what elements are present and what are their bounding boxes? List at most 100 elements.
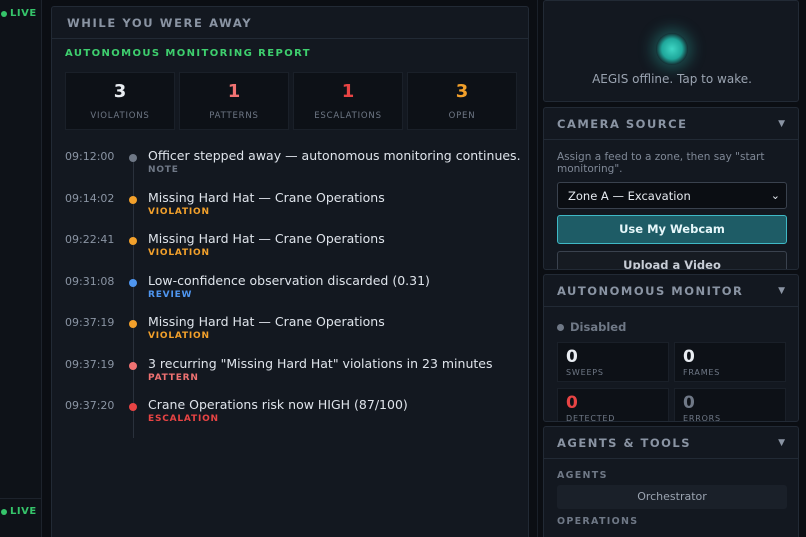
live-dot-icon xyxy=(1,508,7,515)
left-divider xyxy=(0,498,42,499)
event-title: Low-confidence observation discarded (0.… xyxy=(148,272,430,288)
aegis-status-text: AEGIS offline. Tap to wake. xyxy=(592,72,752,86)
live-dot-icon xyxy=(1,10,7,17)
timeline-event: 09:22:41 Missing Hard Hat — Crane Operat… xyxy=(65,231,525,273)
metric-detected: 0 DETECTED xyxy=(557,388,669,422)
event-title: Crane Operations risk now HIGH (87/100) xyxy=(148,397,408,412)
event-dot-icon xyxy=(129,237,137,245)
zone-select-value: Zone A — Excavation xyxy=(568,188,691,203)
operations-label: OPERATIONS xyxy=(557,516,639,527)
event-time: 09:22:41 xyxy=(65,233,115,246)
metric-label: ERRORS xyxy=(683,414,721,422)
left-sidebar xyxy=(0,0,42,537)
autonomous-monitor-title: AUTONOMOUS MONITOR xyxy=(557,283,744,298)
event-dot-icon xyxy=(129,278,137,287)
event-tag: NOTE xyxy=(148,165,179,175)
live-label: LIVE xyxy=(10,8,37,19)
use-webcam-button[interactable]: Use My Webcam xyxy=(557,215,787,244)
event-tag: ESCALATION xyxy=(148,414,219,424)
metric-sweeps: 0 SWEEPS xyxy=(557,342,669,382)
event-time: 09:37:19 xyxy=(65,357,115,371)
while-away-panel: WHILE YOU WERE AWAY AUTONOMOUS MONITORIN… xyxy=(51,6,529,537)
metric-label: DETECTED xyxy=(566,414,616,422)
status-dot-icon xyxy=(557,323,564,331)
agents-tools-panel: AGENTS & TOOLS ▼ AGENTS Orchestrator OPE… xyxy=(543,426,799,537)
metric-frames: 0 FRAMES xyxy=(674,342,786,382)
camera-description: Assign a feed to a zone, then say "start… xyxy=(557,151,765,175)
event-tag: REVIEW xyxy=(148,289,193,300)
report-title: AUTONOMOUS MONITORING REPORT xyxy=(65,48,311,59)
stat-violations: 3 VIOLATIONS xyxy=(65,72,175,130)
event-time: 09:12:00 xyxy=(65,150,115,163)
metric-value: 0 xyxy=(566,347,578,367)
event-dot-icon xyxy=(129,154,137,162)
aegis-orb-icon[interactable] xyxy=(656,33,688,65)
event-dot-icon xyxy=(129,403,137,411)
metric-errors: 0 ERRORS xyxy=(674,388,786,422)
chevron-down-icon: ⌄ xyxy=(770,189,780,202)
stat-patterns: 1 PATTERNS xyxy=(179,72,289,130)
chevron-down-icon[interactable]: ▼ xyxy=(778,286,785,296)
agents-tools-header[interactable]: AGENTS & TOOLS ▼ xyxy=(544,427,798,459)
autonomous-monitor-panel: AUTONOMOUS MONITOR ▼ Disabled 0 SWEEPS 0… xyxy=(543,274,799,422)
upload-video-button[interactable]: Upload a Video xyxy=(557,251,787,269)
column-divider xyxy=(537,0,538,537)
timeline-event: 09:31:08 Low-confidence observation disc… xyxy=(65,273,525,315)
agents-label: AGENTS xyxy=(557,470,608,481)
event-tag: VIOLATION xyxy=(148,206,210,217)
stat-value: 1 xyxy=(341,81,355,102)
stat-value: 3 xyxy=(113,81,127,102)
event-tag: PATTERN xyxy=(148,372,199,383)
chevron-down-icon[interactable]: ▼ xyxy=(778,119,785,129)
metric-label: FRAMES xyxy=(683,368,721,377)
autonomous-monitor-header[interactable]: AUTONOMOUS MONITOR ▼ xyxy=(544,275,798,307)
chevron-down-icon[interactable]: ▼ xyxy=(778,438,785,448)
aegis-wake-panel[interactable]: AEGIS offline. Tap to wake. xyxy=(543,0,799,102)
timeline-event: 09:14:02 Missing Hard Hat — Crane Operat… xyxy=(65,190,525,232)
monitor-status: Disabled xyxy=(557,320,626,334)
metric-label: SWEEPS xyxy=(566,368,604,377)
stat-label: ESCALATIONS xyxy=(314,111,382,121)
stat-escalations: 1 ESCALATIONS xyxy=(293,72,403,130)
agents-tools-title: AGENTS & TOOLS xyxy=(557,435,691,450)
event-tag: VIOLATION xyxy=(148,248,210,258)
metric-value: 0 xyxy=(683,393,695,413)
metric-value: 0 xyxy=(566,393,578,413)
live-label: LIVE xyxy=(10,506,37,517)
event-time: 09:37:19 xyxy=(65,316,115,329)
event-tag: VIOLATION xyxy=(148,331,210,341)
stat-label: PATTERNS xyxy=(209,111,259,121)
stat-open: 3 OPEN xyxy=(407,72,517,130)
panel-title: WHILE YOU WERE AWAY xyxy=(52,7,528,39)
camera-source-title: CAMERA SOURCE xyxy=(557,116,688,131)
event-time: 09:37:20 xyxy=(65,399,115,412)
stats-row: 3 VIOLATIONS 1 PATTERNS 1 ESCALATIONS 3 … xyxy=(65,72,517,130)
live-indicator-top: LIVE xyxy=(1,8,37,19)
timeline-event: 09:12:00 Officer stepped away — autonomo… xyxy=(65,148,525,190)
event-dot-icon xyxy=(129,195,137,204)
live-indicator-bottom: LIVE xyxy=(1,506,37,517)
timeline-event: 09:37:19 3 recurring "Missing Hard Hat" … xyxy=(65,356,525,398)
event-timeline: 09:12:00 Officer stepped away — autonomo… xyxy=(65,148,525,439)
zone-select[interactable]: Zone A — Excavation ⌄ xyxy=(557,182,787,209)
event-dot-icon xyxy=(129,320,137,328)
stat-value: 3 xyxy=(455,81,469,102)
stat-value: 1 xyxy=(227,81,241,102)
event-dot-icon xyxy=(129,361,137,370)
timeline-event: 09:37:20 Crane Operations risk now HIGH … xyxy=(65,397,525,439)
event-time: 09:14:02 xyxy=(65,191,115,205)
stat-label: OPEN xyxy=(448,111,476,121)
timeline-event: 09:37:19 Missing Hard Hat — Crane Operat… xyxy=(65,314,525,356)
event-title: 3 recurring "Missing Hard Hat" violation… xyxy=(148,355,493,371)
event-time: 09:31:08 xyxy=(65,274,115,288)
event-title: Officer stepped away — autonomous monito… xyxy=(148,148,521,163)
event-title: Missing Hard Hat — Crane Operations xyxy=(148,314,385,329)
event-title: Missing Hard Hat — Crane Operations xyxy=(148,231,385,246)
camera-source-panel: CAMERA SOURCE ▼ Assign a feed to a zone,… xyxy=(543,107,799,270)
stat-label: VIOLATIONS xyxy=(90,111,150,121)
monitor-status-label: Disabled xyxy=(570,320,627,334)
camera-source-header[interactable]: CAMERA SOURCE ▼ xyxy=(544,108,798,140)
metric-value: 0 xyxy=(683,347,695,367)
agent-orchestrator[interactable]: Orchestrator xyxy=(557,485,787,509)
event-title: Missing Hard Hat — Crane Operations xyxy=(148,189,385,205)
